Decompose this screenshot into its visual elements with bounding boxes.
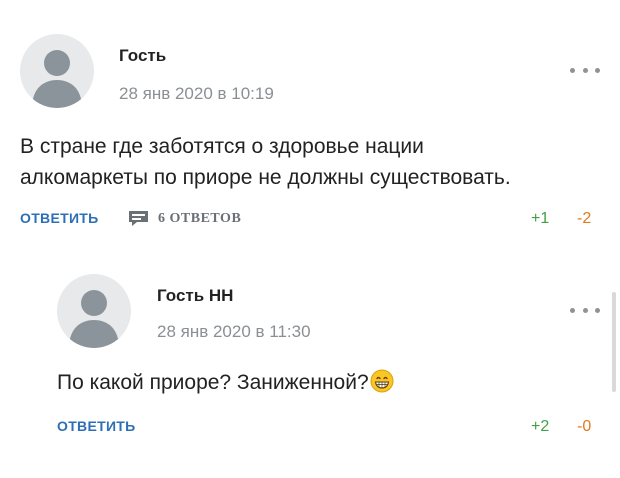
comment-bubble-icon [129,211,148,226]
comment-actions: ОТВЕТИТЬ +2 -0 [57,418,600,438]
comment-text: По какой приоре? Заниженной? [57,367,394,398]
upvote-button[interactable]: +1 [531,210,549,228]
replies-count: 6 ОТВЕТОВ [158,210,242,226]
show-replies-button[interactable]: 6 ОТВЕТОВ [128,210,241,227]
comment-author[interactable]: Гость НН [157,286,233,306]
more-dots-icon[interactable] [570,64,600,76]
comment-text-line: По какой приоре? Заниженной? [57,371,369,394]
scrollbar[interactable] [612,292,616,392]
avatar[interactable] [57,274,131,348]
downvote-button[interactable]: -0 [577,418,591,436]
reply-button[interactable]: ОТВЕТИТЬ [20,210,99,226]
comment-text-line: алкомаркеты по приоре не должны существо… [20,166,511,189]
comment-author[interactable]: Гость [119,46,166,66]
default-user-icon [32,50,82,108]
comment-date: 28 янв 2020 в 10:19 [119,84,274,103]
comment-date: 28 янв 2020 в 11:30 [157,322,311,341]
comment-text: В стране где заботятся о здоровье нации … [20,131,511,193]
reply-button[interactable]: ОТВЕТИТЬ [57,418,136,434]
comment-actions: ОТВЕТИТЬ 6 ОТВЕТОВ +1 -2 [20,210,600,230]
downvote-button[interactable]: -2 [577,210,591,228]
comment-text-line: В стране где заботятся о здоровье нации [20,135,424,158]
more-dots-icon[interactable] [570,304,600,316]
upvote-button[interactable]: +2 [531,418,549,436]
avatar[interactable] [20,34,94,108]
grinning-face-emoji [370,369,394,393]
default-user-icon [69,290,119,348]
